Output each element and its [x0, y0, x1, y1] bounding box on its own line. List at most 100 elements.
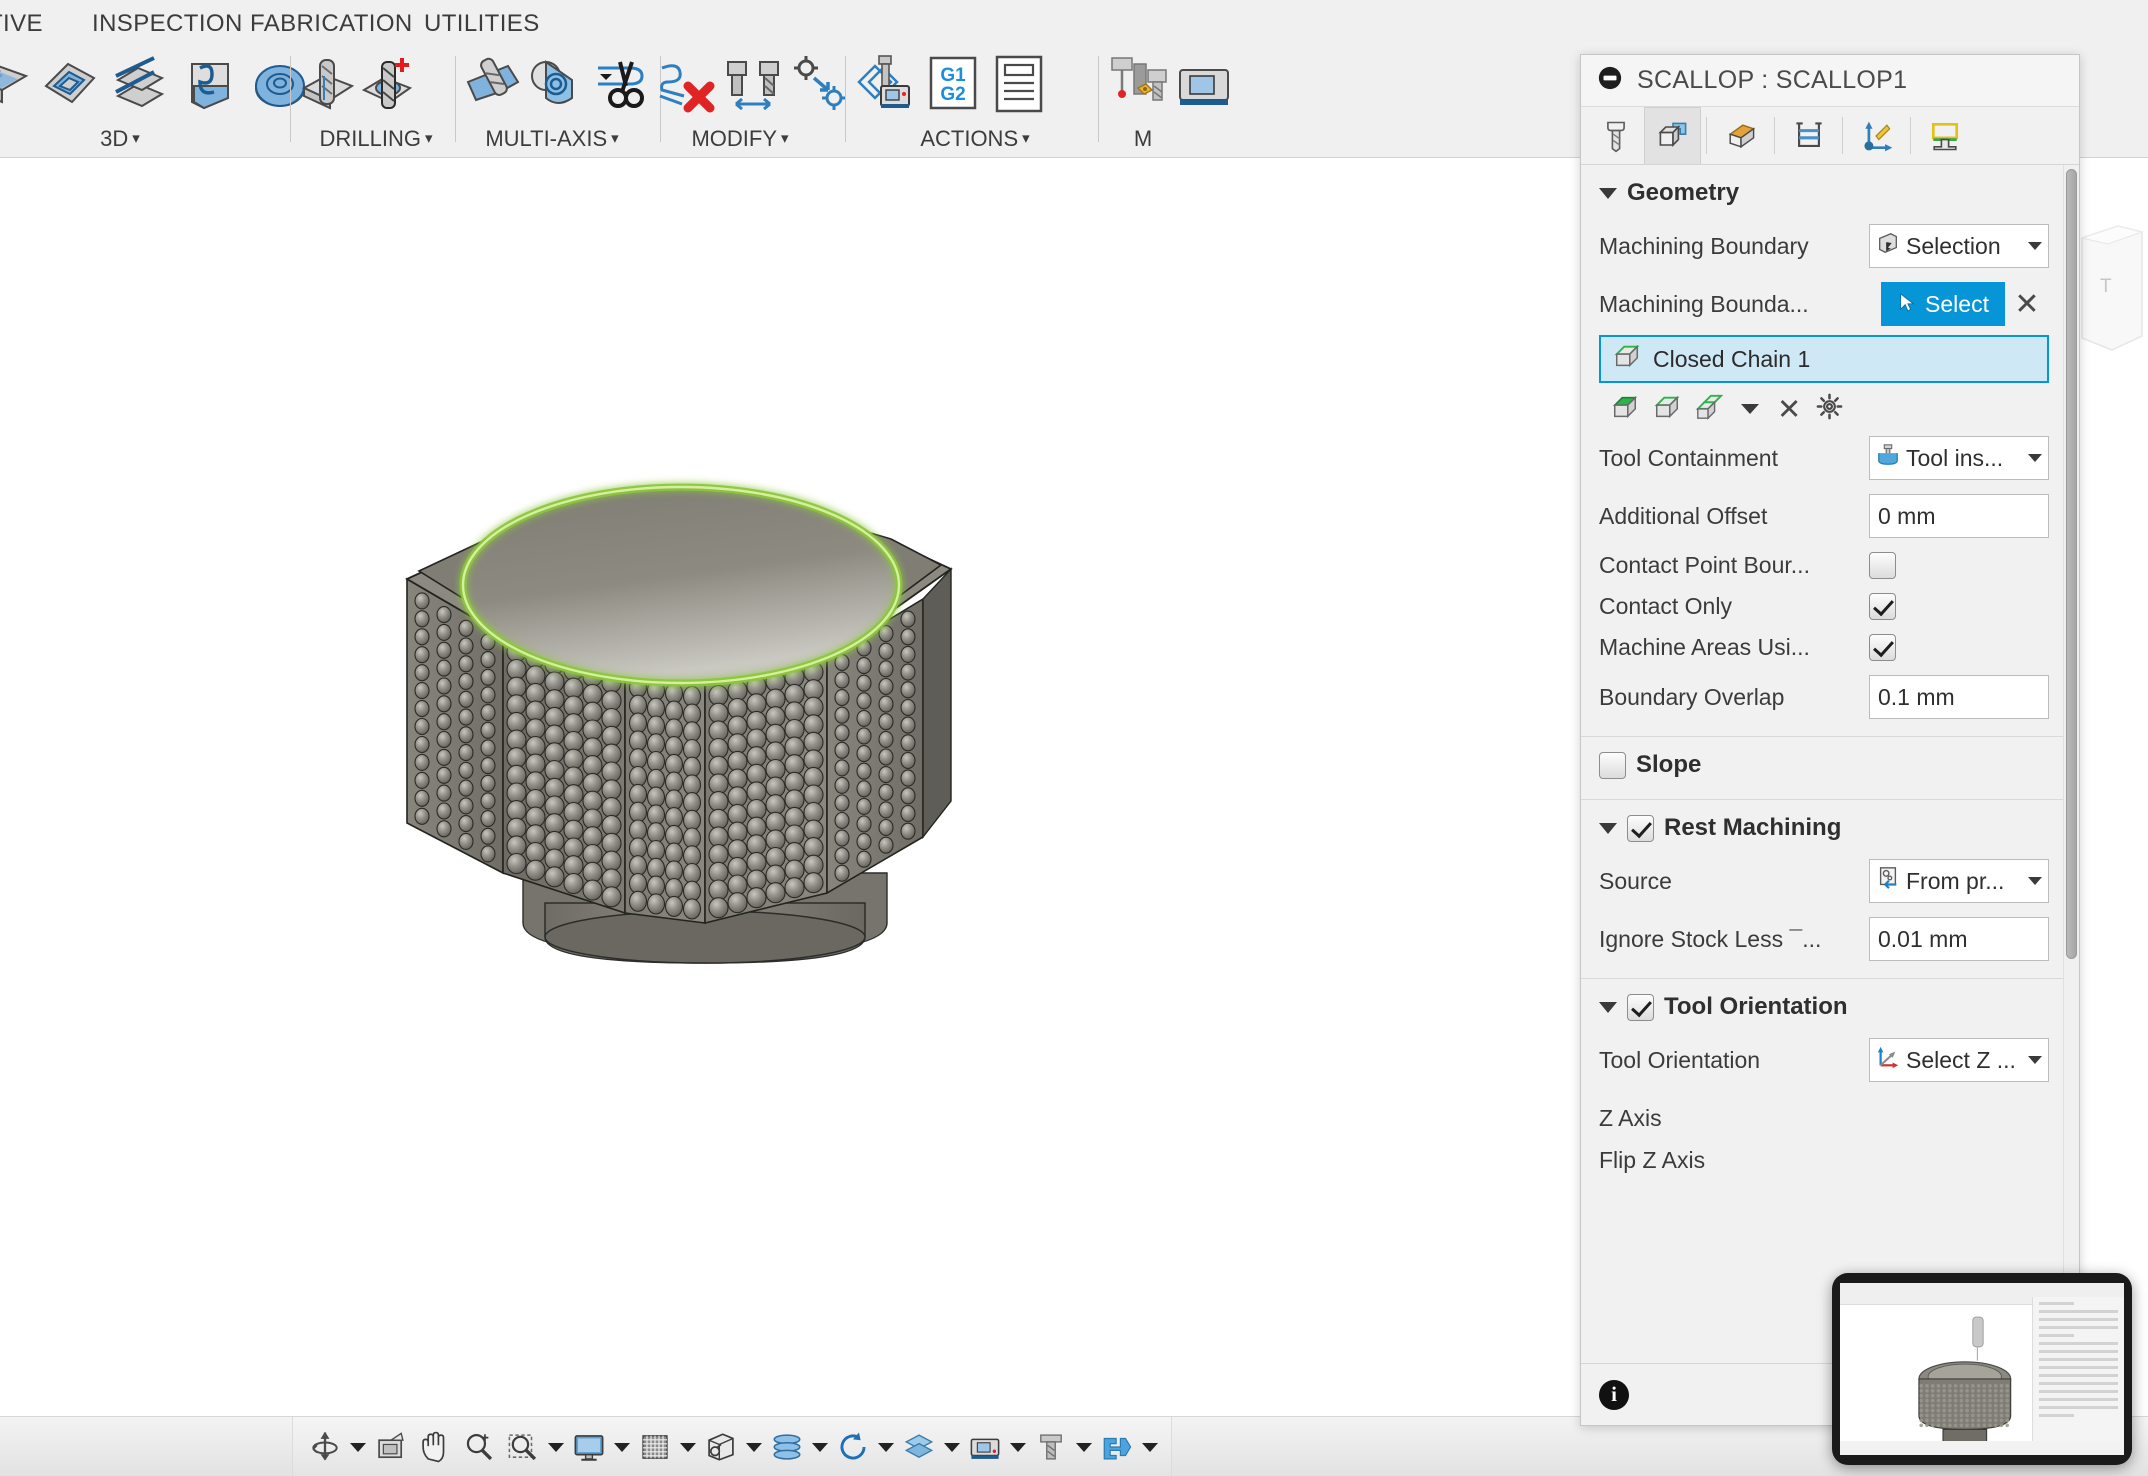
tab-tool[interactable] [1587, 107, 1644, 164]
ribbon-group-label-drilling[interactable]: DRILLING ▾ [296, 126, 456, 152]
remove-selection-x-icon[interactable]: ✕ [1777, 392, 1801, 427]
boundary-overlap-input[interactable]: 0.1 mm [1869, 675, 2049, 719]
drill-icon[interactable] [296, 52, 360, 116]
machine-areas-checkbox[interactable] [1869, 634, 1896, 661]
display-settings-caret-icon[interactable] [611, 1425, 633, 1469]
tool-orientation-checkbox[interactable] [1627, 993, 1654, 1021]
clear-selection-x-icon[interactable]: ✕ [2005, 287, 2049, 322]
disclosure-triangle-icon[interactable] [1599, 822, 1617, 834]
post-process-icon[interactable]: G1 G2 [921, 52, 985, 116]
ribbon-group-label-actions[interactable]: ACTIONS ▾ [855, 126, 1095, 152]
selection-filter-caret-icon[interactable] [1741, 404, 1759, 414]
toolpath-refresh-caret-icon[interactable] [875, 1425, 897, 1469]
rest-machining-checkbox[interactable] [1627, 814, 1654, 842]
machine-icon[interactable] [963, 1425, 1007, 1469]
adaptive-clearing-icon[interactable] [108, 52, 172, 116]
tool-caret-icon[interactable] [1073, 1425, 1095, 1469]
disclosure-triangle-icon[interactable] [1599, 187, 1617, 199]
chevron-down-icon[interactable] [2028, 242, 2042, 250]
stock-visibility-caret-icon[interactable] [809, 1425, 831, 1469]
ribbon-tab-tive[interactable]: TIVE [0, 10, 43, 38]
zoom-window-icon[interactable] [501, 1425, 545, 1469]
tab-manual-edits[interactable] [1916, 107, 1973, 164]
multi-axis-contour-icon[interactable] [462, 52, 526, 116]
trim-toolpath-icon[interactable] [590, 52, 654, 116]
section-header-geometry[interactable]: Geometry [1581, 165, 2063, 217]
tool-icon[interactable] [1029, 1425, 1073, 1469]
viewports-caret-icon[interactable] [743, 1425, 765, 1469]
ribbon-tab-utilities[interactable]: UTILITIES [424, 10, 540, 38]
ribbon-tab-inspection[interactable]: INSPECTION [92, 10, 243, 38]
rest-source-dropdown[interactable]: From pr... [1869, 859, 2049, 903]
chevron-down-icon[interactable] [2028, 877, 2042, 885]
cad-model-knurled-knob[interactable] [395, 403, 1015, 1043]
orbit-caret-icon[interactable] [347, 1425, 369, 1469]
fixture-icon[interactable] [1095, 1425, 1139, 1469]
look-at-icon[interactable] [369, 1425, 413, 1469]
info-icon[interactable]: i [1599, 1379, 1629, 1410]
chevron-down-icon[interactable] [2028, 454, 2042, 462]
orbit-icon[interactable] [303, 1425, 347, 1469]
contact-only-checkbox[interactable] [1869, 593, 1896, 620]
additional-offset-input[interactable]: 0 mm [1869, 494, 2049, 538]
disclosure-triangle-icon[interactable] [1599, 1001, 1617, 1013]
zoom-icon[interactable] [457, 1425, 501, 1469]
face-selection-icon[interactable] [1611, 393, 1639, 426]
dialog-scrollbar-thumb[interactable] [2066, 169, 2077, 959]
add-drill-icon[interactable] [358, 52, 422, 116]
pocket-clearing-icon[interactable] [178, 52, 242, 116]
tab-passes[interactable] [1780, 107, 1837, 164]
section-header-slope[interactable]: Slope [1581, 737, 2063, 789]
ribbon-tab-fabrication[interactable]: FABRICATION [250, 10, 413, 38]
select-button[interactable]: Select [1881, 282, 2005, 326]
navigation-bar-inner [292, 1417, 1172, 1476]
fixture-caret-icon[interactable] [1139, 1425, 1161, 1469]
selection-list-item-closed-chain[interactable]: Closed Chain 1 [1599, 335, 2049, 383]
tab-linking[interactable] [1848, 107, 1905, 164]
tool-change-icon[interactable] [722, 52, 786, 116]
collapse-icon[interactable] [1597, 65, 1623, 96]
contact-point-boundary-checkbox[interactable] [1869, 552, 1896, 579]
viewports-icon[interactable] [699, 1425, 743, 1469]
row-flip-z-axis: Flip Z Axis [1581, 1147, 2063, 1173]
simulate-icon[interactable] [855, 52, 919, 116]
browser-layers-caret-icon[interactable] [941, 1425, 963, 1469]
machine-library-icon[interactable] [1174, 52, 1238, 116]
display-settings-icon[interactable] [567, 1425, 611, 1469]
ignore-stock-input[interactable]: 0.01 mm [1869, 917, 2049, 961]
section-header-tool-orientation[interactable]: Tool Orientation [1581, 979, 2063, 1031]
ribbon-group-label-manage[interactable]: M [1108, 126, 1178, 152]
tab-heights[interactable] [1712, 107, 1769, 164]
tool-containment-dropdown[interactable]: Tool ins... [1869, 436, 2049, 480]
toolpath-refresh-icon[interactable] [831, 1425, 875, 1469]
chevron-down-icon[interactable] [2028, 1056, 2042, 1064]
ribbon-group-label-modify[interactable]: MODIFY ▾ [640, 126, 840, 152]
zoom-window-caret-icon[interactable] [545, 1425, 567, 1469]
viewcube[interactable]: T [2078, 220, 2148, 370]
chain-selection-icon[interactable] [1653, 393, 1681, 426]
stock-visibility-icon[interactable] [765, 1425, 809, 1469]
ribbon-group-label-3d[interactable]: 3D ▾ [60, 126, 180, 152]
browser-layers-icon[interactable] [897, 1425, 941, 1469]
multi-chain-selection-icon[interactable] [1695, 393, 1724, 426]
tab-geometry[interactable] [1644, 107, 1701, 164]
pan-icon[interactable] [413, 1425, 457, 1469]
grid-snap-icon[interactable] [633, 1425, 677, 1469]
swarf-icon[interactable] [524, 52, 588, 116]
transform-icon[interactable] [788, 52, 852, 116]
tool-library-icon[interactable] [1108, 52, 1172, 116]
delete-toolpath-icon[interactable] [656, 52, 720, 116]
machining-boundary-dropdown[interactable]: Selection [1869, 224, 2049, 268]
slope-checkbox[interactable] [1599, 751, 1626, 779]
section-header-rest-machining[interactable]: Rest Machining [1581, 800, 2063, 852]
contour-toolpath-icon[interactable] [38, 52, 102, 116]
grid-snap-caret-icon[interactable] [677, 1425, 699, 1469]
machine-caret-icon[interactable] [1007, 1425, 1029, 1469]
parallel-toolpath-icon[interactable] [0, 52, 32, 116]
tool-orientation-dropdown[interactable]: Select Z ... [1869, 1038, 2049, 1082]
dialog-title-bar[interactable]: SCALLOP : SCALLOP1 [1581, 55, 2079, 107]
picture-in-picture-overlay[interactable] [1832, 1273, 2132, 1465]
selection-settings-gear-icon[interactable] [1815, 392, 1844, 426]
setup-sheet-icon[interactable] [987, 52, 1051, 116]
dialog-scrollbar[interactable] [2063, 165, 2079, 1363]
